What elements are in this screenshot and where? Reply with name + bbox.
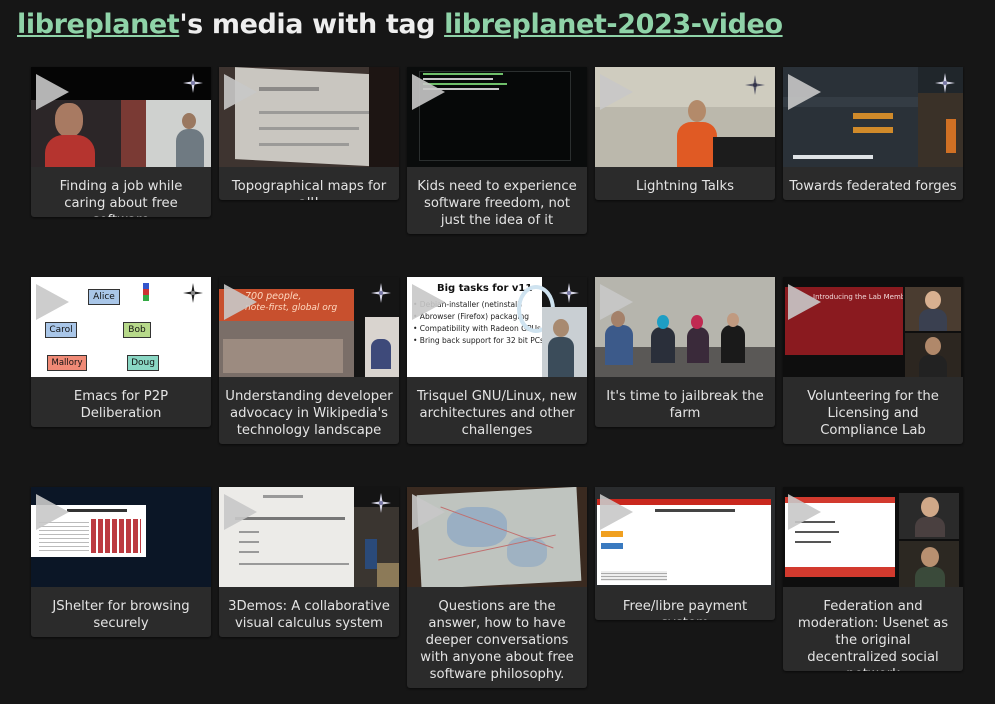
media-title[interactable]: JShelter for browsing securely — [31, 587, 211, 637]
play-icon[interactable] — [600, 494, 633, 530]
media-thumbnail[interactable] — [407, 487, 587, 587]
play-icon[interactable] — [224, 74, 257, 110]
compass-logo-icon — [183, 73, 203, 93]
media-card[interactable]: Towards federated forges — [783, 67, 963, 200]
page-title: libreplanet's media with tag libreplanet… — [17, 9, 783, 40]
media-title[interactable]: Finding a job while caring about free so… — [31, 167, 211, 217]
play-icon[interactable] — [36, 74, 69, 110]
diagram-node: Mallory — [47, 355, 87, 371]
play-icon[interactable] — [788, 284, 821, 320]
media-thumbnail[interactable]: Alice Carol Bob Mallory Doug — [31, 277, 211, 377]
media-card[interactable]: Topographical maps for all! — [219, 67, 399, 200]
media-card[interactable]: 3Demos: A collaborative visual calculus … — [219, 487, 399, 637]
media-thumbnail[interactable] — [31, 67, 211, 167]
page: libreplanet's media with tag libreplanet… — [0, 0, 995, 704]
media-title[interactable]: Kids need to experience software freedom… — [407, 167, 587, 234]
media-thumbnail[interactable] — [783, 67, 963, 167]
compass-logo-icon — [371, 493, 391, 513]
media-title[interactable]: Trisquel GNU/Linux, new architectures an… — [407, 377, 587, 444]
media-thumbnail[interactable] — [783, 487, 963, 587]
media-thumbnail[interactable] — [407, 67, 587, 167]
play-icon[interactable] — [224, 494, 257, 530]
media-thumbnail[interactable]: Big tasks for v11 • Debian-installer (ne… — [407, 277, 587, 377]
media-card[interactable]: 700 people, note-first, global org Under… — [219, 277, 399, 444]
media-card[interactable]: Alice Carol Bob Mallory Doug Emacs for P… — [31, 277, 211, 427]
media-title[interactable]: Towards federated forges — [783, 167, 963, 200]
media-title[interactable]: Emacs for P2P Deliberation — [31, 377, 211, 427]
media-thumbnail[interactable] — [31, 487, 211, 587]
media-thumbnail[interactable]: 700 people, note-first, global org — [219, 277, 399, 377]
media-card[interactable]: Federation and moderation: Usenet as the… — [783, 487, 963, 671]
play-icon[interactable] — [788, 74, 821, 110]
media-card[interactable]: Free/libre payment system — [595, 487, 775, 620]
media-card[interactable]: Finding a job while caring about free so… — [31, 67, 211, 217]
media-card[interactable]: Kids need to experience software freedom… — [407, 67, 587, 234]
media-title[interactable]: It's time to jailbreak the farm — [595, 377, 775, 427]
play-icon[interactable] — [224, 284, 257, 320]
media-thumbnail[interactable] — [595, 67, 775, 167]
media-card[interactable]: Big tasks for v11 • Debian-installer (ne… — [407, 277, 587, 444]
play-icon[interactable] — [600, 284, 633, 320]
media-thumbnail[interactable] — [595, 487, 775, 587]
play-icon[interactable] — [36, 494, 69, 530]
compass-logo-icon — [183, 283, 203, 303]
tag-link[interactable]: libreplanet-2023-video — [444, 9, 783, 40]
play-icon[interactable] — [600, 74, 633, 110]
compass-logo-icon — [371, 283, 391, 303]
compass-logo-icon — [935, 73, 955, 93]
media-title[interactable]: Volunteering for the Licensing and Compl… — [783, 377, 963, 444]
thumb-slide-heading: Introducing the Lab Members — [813, 293, 903, 301]
media-title[interactable]: 3Demos: A collaborative visual calculus … — [219, 587, 399, 637]
title-middle: 's media with tag — [179, 9, 445, 40]
media-thumbnail[interactable] — [219, 487, 399, 587]
media-title[interactable]: Questions are the answer, how to have de… — [407, 587, 587, 688]
media-card[interactable]: Introducing the Lab Members Volunteering… — [783, 277, 963, 444]
play-icon[interactable] — [788, 494, 821, 530]
media-title[interactable]: Federation and moderation: Usenet as the… — [783, 587, 963, 671]
media-title[interactable]: Topographical maps for all! — [219, 167, 399, 200]
compass-logo-icon — [745, 75, 765, 95]
play-icon[interactable] — [36, 284, 69, 320]
diagram-node: Carol — [45, 322, 77, 338]
media-thumbnail[interactable] — [219, 67, 399, 167]
media-title[interactable]: Understanding developer advocacy in Wiki… — [219, 377, 399, 444]
media-thumbnail[interactable]: Introducing the Lab Members — [783, 277, 963, 377]
media-title[interactable]: Free/libre payment system — [595, 587, 775, 620]
thumb-slide-line: 700 people, — [245, 291, 302, 302]
media-card[interactable]: Questions are the answer, how to have de… — [407, 487, 587, 688]
media-thumbnail[interactable] — [595, 277, 775, 377]
play-icon[interactable] — [412, 284, 445, 320]
play-icon[interactable] — [412, 494, 445, 530]
diagram-node: Doug — [127, 355, 159, 371]
media-title[interactable]: Lightning Talks — [595, 167, 775, 200]
thumb-slide-line: • Bring back support for 32 bit PCs — [413, 336, 542, 345]
play-icon[interactable] — [412, 74, 445, 110]
diagram-node: Alice — [88, 289, 120, 305]
media-card[interactable]: It's time to jailbreak the farm — [595, 277, 775, 427]
user-link[interactable]: libreplanet — [17, 9, 180, 40]
compass-logo-icon — [559, 283, 579, 303]
thumb-slide-line: note-first, global org — [245, 303, 338, 313]
media-card[interactable]: Lightning Talks — [595, 67, 775, 200]
diagram-node: Bob — [123, 322, 151, 338]
media-card[interactable]: JShelter for browsing securely — [31, 487, 211, 637]
